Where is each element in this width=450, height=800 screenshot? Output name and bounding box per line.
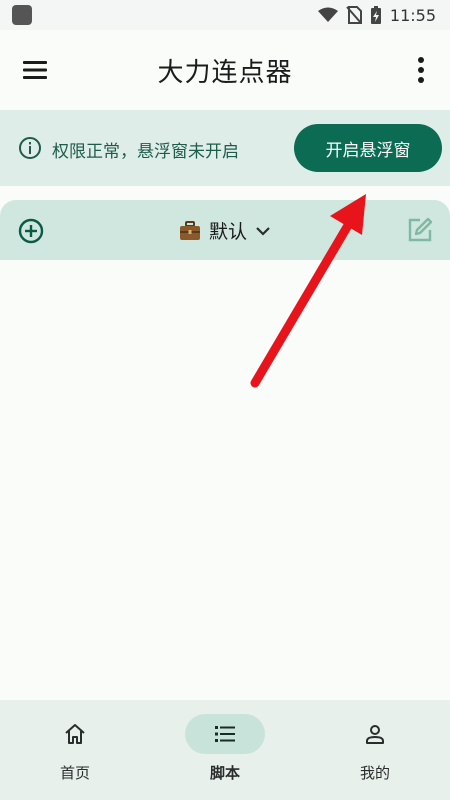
edit-icon[interactable] [406, 216, 434, 244]
script-group-bar: 默认 [0, 200, 450, 260]
script-list-empty [0, 260, 450, 700]
chevron-down-icon [256, 226, 270, 236]
battery-charging-icon [370, 6, 381, 24]
nav-item-scripts[interactable]: 脚本 [150, 712, 300, 792]
page-title: 大力连点器 [157, 58, 293, 88]
enable-overlay-button[interactable]: 开启悬浮窗 [294, 124, 442, 172]
nav-item-home[interactable]: 首页 [0, 712, 150, 792]
nav-label-mine: 我的 [359, 764, 390, 782]
no-sim-icon [346, 6, 362, 24]
app-bar: 大力连点器 [0, 30, 450, 110]
status-bar: 11:55 [0, 0, 450, 30]
bottom-navigation: 首页 脚本 我的 [0, 700, 450, 800]
person-icon [366, 725, 384, 744]
status-time: 11:55 [389, 5, 436, 25]
notification-app-icon [12, 5, 32, 25]
info-icon [19, 137, 41, 159]
nav-label-scripts: 脚本 [209, 764, 240, 782]
permission-banner: 权限正常，悬浮窗未开启 开启悬浮窗 [0, 110, 450, 186]
status-icons: 11:55 [317, 5, 436, 25]
briefcase-icon [179, 220, 200, 240]
permission-status-text: 权限正常，悬浮窗未开启 [52, 142, 239, 162]
list-icon [215, 726, 235, 742]
group-name: 默认 [208, 221, 247, 243]
more-vert-icon[interactable] [416, 56, 426, 84]
group-selector[interactable]: 默认 [0, 217, 450, 244]
wifi-icon [317, 7, 338, 22]
home-icon [65, 724, 85, 744]
nav-item-mine[interactable]: 我的 [300, 712, 450, 792]
nav-label-home: 首页 [59, 764, 90, 782]
